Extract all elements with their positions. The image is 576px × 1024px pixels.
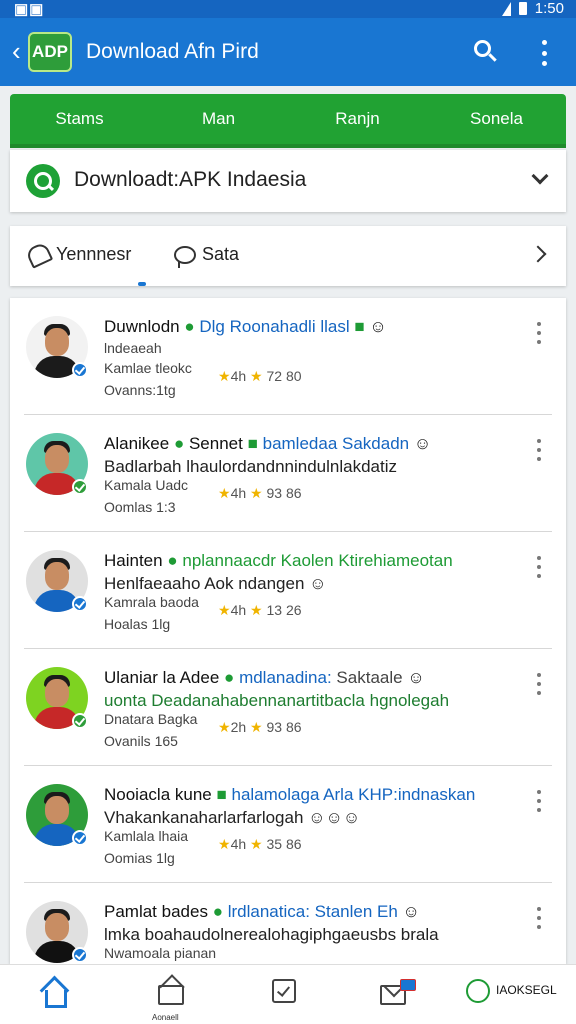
filter-first-label: Yennnesr: [56, 244, 132, 264]
post-more-icon[interactable]: [536, 673, 542, 695]
bell-icon: [24, 240, 54, 269]
chevron-down-icon: [531, 167, 549, 185]
nav-mail[interactable]: [380, 979, 416, 1005]
post-meta-2: Hoalas 1lg: [104, 616, 171, 632]
bottom-nav: Aonaell IAOKSEGL: [0, 964, 576, 1024]
post-more-icon[interactable]: [536, 439, 542, 461]
app-bar: ‹ ADP Download Afn Pird: [0, 18, 576, 86]
filter-second[interactable]: Sata: [174, 244, 240, 268]
post-item[interactable]: Alanikee ● Sennet ■ bamledaa Sakdadn ☺ B…: [24, 415, 552, 532]
verified-icon: [72, 947, 88, 963]
search-icon[interactable]: [474, 40, 497, 62]
post-body: uonta Deadanahabennanartitbacla hgnolega…: [104, 691, 450, 710]
post-title: Hainten ● nplannaacdr Kaolen Ktirehiameo…: [104, 551, 453, 570]
post-meta: Kamlala lhaia: [104, 828, 189, 844]
tab-stams[interactable]: Stams: [10, 94, 149, 144]
post-meta-2: Oomlas 1:3: [104, 499, 176, 515]
post-body: Vhakankanaharlarfarlogah ☺☺☺: [104, 808, 361, 827]
nav-home[interactable]: [40, 979, 67, 1008]
post-item[interactable]: Nooiacla kune ■ halamolaga Arla KHP:indn…: [24, 766, 552, 883]
post-more-icon[interactable]: [536, 322, 542, 344]
post-meta-2: Oomias 1lg: [104, 850, 175, 866]
chevron-right-icon[interactable]: [529, 245, 547, 263]
post-stats: ★4h ★ 72 80: [218, 368, 302, 384]
verified-icon: [72, 713, 88, 729]
post-body: Badlarbah lhaulordandnnindulnlakdatiz: [104, 457, 398, 476]
post-item[interactable]: Duwnlodn ● Dlg Roonahadli llasl ■ ☺ lnde…: [24, 298, 552, 415]
app-logo: ADP: [28, 32, 72, 72]
task-icon: [272, 979, 296, 1003]
status-right: 1:50: [501, 0, 564, 17]
bubble-icon: [174, 245, 196, 268]
post-meta-2: Ovanils 165: [104, 733, 178, 749]
post-item[interactable]: Pamlat bades ● lrdlanatica: Stanlen Eh ☺…: [24, 883, 552, 964]
verified-icon: [72, 362, 88, 378]
more-icon[interactable]: [536, 40, 552, 66]
filter-active-indicator: [138, 282, 146, 286]
post-item[interactable]: Ulaniar la Adee ● mdlanadina: Saktaale ☺…: [24, 649, 552, 766]
verified-icon: [72, 596, 88, 612]
mail-badge: [400, 979, 416, 991]
search-circle-icon: [26, 164, 60, 198]
post-stats: ★2h ★ 93 86: [218, 719, 302, 735]
nav-store[interactable]: Aonaell: [152, 985, 184, 1022]
post-meta: Nwamoala pianan: [104, 945, 217, 961]
signal-icon: [501, 1, 511, 16]
tab-ranjn[interactable]: Ranjn: [288, 94, 427, 144]
post-meta: Kamala Uadc: [104, 477, 189, 493]
filter-row: Yennnesr Sata: [10, 226, 566, 286]
nav-store-label: Aonaell: [152, 1013, 179, 1022]
post-title: Nooiacla kune ■ halamolaga Arla KHP:indn…: [104, 785, 476, 804]
nav-tasks[interactable]: [272, 979, 296, 1003]
store-icon: [158, 985, 184, 1005]
post-more-icon[interactable]: [536, 790, 542, 812]
verified-icon: [72, 830, 88, 846]
post-stats: ★4h ★ 13 26: [218, 602, 302, 618]
post-feed: Duwnlodn ● Dlg Roonahadli llasl ■ ☺ lnde…: [10, 298, 566, 964]
post-body: lmka boahaudolnerealohagiphgaeusbs brala: [104, 925, 439, 944]
filter-second-label: Sata: [202, 244, 240, 264]
post-title: Alanikee ● Sennet ■ bamledaa Sakdadn ☺: [104, 434, 432, 453]
post-title: Ulaniar la Adee ● mdlanadina: Saktaale ☺: [104, 668, 425, 687]
app-title: Download Afn Pird: [86, 40, 259, 63]
post-meta: Dnatara Bagka: [104, 711, 198, 727]
post-more-icon[interactable]: [536, 907, 542, 929]
post-stats: ★4h ★ 35 86: [218, 836, 302, 852]
source-dropdown[interactable]: Downloadt:APK Indaesia: [10, 150, 566, 212]
status-left: ▣▣: [14, 1, 45, 18]
verified-icon: [72, 479, 88, 495]
nav-apk-label: IAOKSEGL: [496, 983, 557, 997]
post-subtitle: lndeaeah: [104, 340, 162, 356]
apk-icon: [466, 979, 490, 1003]
post-stats: ★4h ★ 93 86: [218, 485, 302, 501]
status-bar: ▣▣ 1:50: [0, 0, 576, 18]
tab-divider: [10, 144, 566, 148]
post-meta: Kamrala baoda: [104, 594, 199, 610]
home-icon: [40, 979, 67, 1008]
post-meta: Kamlae tleokc: [104, 360, 192, 376]
post-meta-2: Ovanns:1tg: [104, 382, 176, 398]
post-more-icon[interactable]: [536, 556, 542, 578]
tab-man[interactable]: Man: [149, 94, 288, 144]
post-title: Pamlat bades ● lrdlanatica: Stanlen Eh ☺: [104, 902, 420, 921]
post-item[interactable]: Hainten ● nplannaacdr Kaolen Ktirehiameo…: [24, 532, 552, 649]
post-body: Henlfaeaaho Aok ndangen ☺: [104, 574, 327, 593]
filter-first[interactable]: Yennnesr: [24, 240, 132, 269]
nav-apk[interactable]: IAOKSEGL: [466, 979, 557, 1003]
tab-bar: Stams Man Ranjn Sonela: [10, 94, 566, 144]
post-title: Duwnlodn ● Dlg Roonahadli llasl ■ ☺: [104, 317, 387, 336]
tab-sonela[interactable]: Sonela: [427, 94, 566, 144]
battery-icon: [518, 2, 527, 15]
back-icon[interactable]: ‹: [12, 38, 21, 64]
source-dropdown-value: Downloadt:APK Indaesia: [74, 168, 307, 191]
clock: 1:50: [534, 0, 564, 17]
